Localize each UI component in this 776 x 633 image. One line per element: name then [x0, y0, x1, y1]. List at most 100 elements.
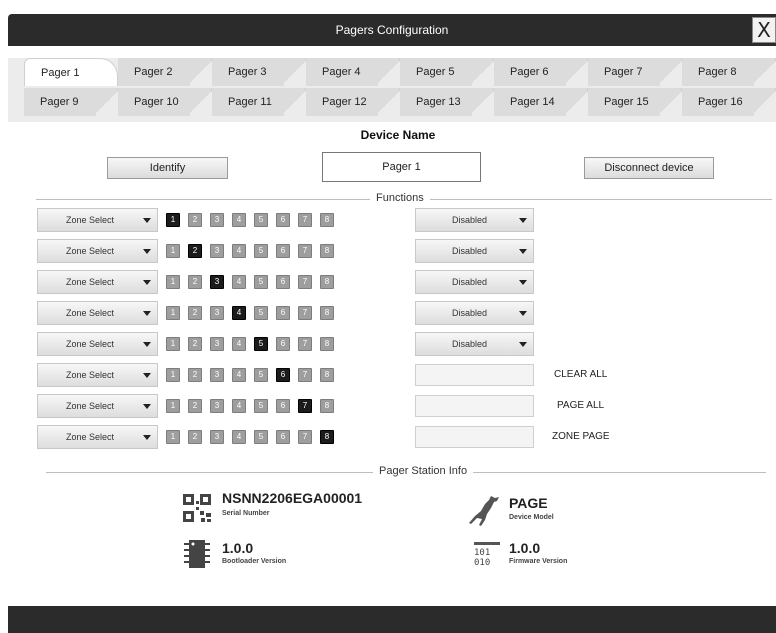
tab-pager-1[interactable]: Pager 1	[24, 58, 118, 86]
zone-button-6[interactable]: 6	[276, 399, 290, 413]
zone-button-4[interactable]: 4	[232, 275, 246, 289]
tab-pager-6[interactable]: Pager 6	[494, 58, 588, 86]
zone-button-1[interactable]: 1	[166, 244, 180, 258]
zone-button-7[interactable]: 7	[298, 275, 312, 289]
tab-pager-15[interactable]: Pager 15	[588, 88, 682, 116]
zone-button-7[interactable]: 7	[298, 430, 312, 444]
tab-pager-16[interactable]: Pager 16	[682, 88, 776, 116]
zone-button-5[interactable]: 5	[254, 430, 268, 444]
zone-button-4[interactable]: 4	[232, 399, 246, 413]
zone-button-8[interactable]: 8	[320, 306, 334, 320]
tab-pager-8[interactable]: Pager 8	[682, 58, 776, 86]
zone-button-5[interactable]: 5	[254, 399, 268, 413]
zone-button-4[interactable]: 4	[232, 368, 246, 382]
zone-button-2[interactable]: 2	[188, 213, 202, 227]
zone-button-8[interactable]: 8	[320, 275, 334, 289]
zone-button-7[interactable]: 7	[298, 337, 312, 351]
tab-pager-5[interactable]: Pager 5	[400, 58, 494, 86]
zone-button-6[interactable]: 6	[276, 275, 290, 289]
zone-button-5[interactable]: 5	[254, 337, 268, 351]
zone-button-2[interactable]: 2	[188, 306, 202, 320]
tab-pager-2[interactable]: Pager 2	[118, 58, 212, 86]
zone-button-5[interactable]: 5	[254, 244, 268, 258]
zone-button-3[interactable]: 3	[210, 368, 224, 382]
zone-button-8[interactable]: 8	[320, 337, 334, 351]
zone-button-1[interactable]: 1	[166, 337, 180, 351]
zone-button-5[interactable]: 5	[254, 368, 268, 382]
zone-select-dropdown[interactable]: Zone Select	[37, 394, 158, 418]
zone-button-2[interactable]: 2	[188, 337, 202, 351]
zone-button-6[interactable]: 6	[276, 337, 290, 351]
identify-button[interactable]: Identify	[107, 157, 228, 179]
zone-button-1[interactable]: 1	[166, 213, 180, 227]
zone-button-1[interactable]: 1	[166, 306, 180, 320]
function-value-box[interactable]	[415, 395, 534, 417]
zone-select-dropdown[interactable]: Zone Select	[37, 270, 158, 294]
zone-button-4[interactable]: 4	[232, 430, 246, 444]
function-action-dropdown[interactable]: Disabled	[415, 239, 534, 263]
zone-button-6[interactable]: 6	[276, 368, 290, 382]
zone-button-7[interactable]: 7	[298, 213, 312, 227]
function-action-dropdown[interactable]: Disabled	[415, 301, 534, 325]
zone-button-7[interactable]: 7	[298, 368, 312, 382]
tab-pager-4[interactable]: Pager 4	[306, 58, 400, 86]
zone-button-7[interactable]: 7	[298, 399, 312, 413]
zone-button-1[interactable]: 1	[166, 275, 180, 289]
tab-pager-13[interactable]: Pager 13	[400, 88, 494, 116]
zone-button-4[interactable]: 4	[232, 306, 246, 320]
zone-button-6[interactable]: 6	[276, 430, 290, 444]
zone-button-8[interactable]: 8	[320, 244, 334, 258]
zone-button-7[interactable]: 7	[298, 306, 312, 320]
tab-pager-9[interactable]: Pager 9	[24, 88, 118, 116]
zone-button-4[interactable]: 4	[232, 244, 246, 258]
zone-button-3[interactable]: 3	[210, 337, 224, 351]
zone-button-1[interactable]: 1	[166, 430, 180, 444]
zone-button-5[interactable]: 5	[254, 213, 268, 227]
close-button[interactable]: X	[752, 17, 776, 43]
tab-pager-3[interactable]: Pager 3	[212, 58, 306, 86]
zone-select-dropdown[interactable]: Zone Select	[37, 301, 158, 325]
zone-button-3[interactable]: 3	[210, 430, 224, 444]
zone-button-2[interactable]: 2	[188, 399, 202, 413]
zone-button-8[interactable]: 8	[320, 368, 334, 382]
zone-button-8[interactable]: 8	[320, 430, 334, 444]
function-action-dropdown[interactable]: Disabled	[415, 270, 534, 294]
function-value-box[interactable]	[415, 426, 534, 448]
zone-button-5[interactable]: 5	[254, 306, 268, 320]
zone-button-2[interactable]: 2	[188, 430, 202, 444]
zone-select-dropdown[interactable]: Zone Select	[37, 425, 158, 449]
zone-select-dropdown[interactable]: Zone Select	[37, 239, 158, 263]
zone-button-8[interactable]: 8	[320, 399, 334, 413]
zone-button-2[interactable]: 2	[188, 275, 202, 289]
zone-button-5[interactable]: 5	[254, 275, 268, 289]
tab-pager-14[interactable]: Pager 14	[494, 88, 588, 116]
zone-button-4[interactable]: 4	[232, 337, 246, 351]
zone-select-dropdown[interactable]: Zone Select	[37, 363, 158, 387]
function-action-dropdown[interactable]: Disabled	[415, 208, 534, 232]
zone-button-3[interactable]: 3	[210, 275, 224, 289]
tab-pager-10[interactable]: Pager 10	[118, 88, 212, 116]
zone-button-4[interactable]: 4	[232, 213, 246, 227]
device-name-input[interactable]: Pager 1	[322, 152, 481, 182]
function-value-box[interactable]	[415, 364, 534, 386]
tab-pager-11[interactable]: Pager 11	[212, 88, 306, 116]
zone-button-3[interactable]: 3	[210, 244, 224, 258]
zone-button-1[interactable]: 1	[166, 399, 180, 413]
zone-button-3[interactable]: 3	[210, 306, 224, 320]
zone-button-8[interactable]: 8	[320, 213, 334, 227]
zone-button-6[interactable]: 6	[276, 213, 290, 227]
zone-button-6[interactable]: 6	[276, 244, 290, 258]
zone-button-7[interactable]: 7	[298, 244, 312, 258]
function-action-dropdown[interactable]: Disabled	[415, 332, 534, 356]
zone-button-2[interactable]: 2	[188, 244, 202, 258]
tab-pager-12[interactable]: Pager 12	[306, 88, 400, 116]
zone-select-dropdown[interactable]: Zone Select	[37, 332, 158, 356]
zone-button-3[interactable]: 3	[210, 213, 224, 227]
zone-button-2[interactable]: 2	[188, 368, 202, 382]
zone-select-dropdown[interactable]: Zone Select	[37, 208, 158, 232]
zone-button-3[interactable]: 3	[210, 399, 224, 413]
zone-button-1[interactable]: 1	[166, 368, 180, 382]
disconnect-device-button[interactable]: Disconnect device	[584, 157, 714, 179]
zone-button-6[interactable]: 6	[276, 306, 290, 320]
tab-pager-7[interactable]: Pager 7	[588, 58, 682, 86]
